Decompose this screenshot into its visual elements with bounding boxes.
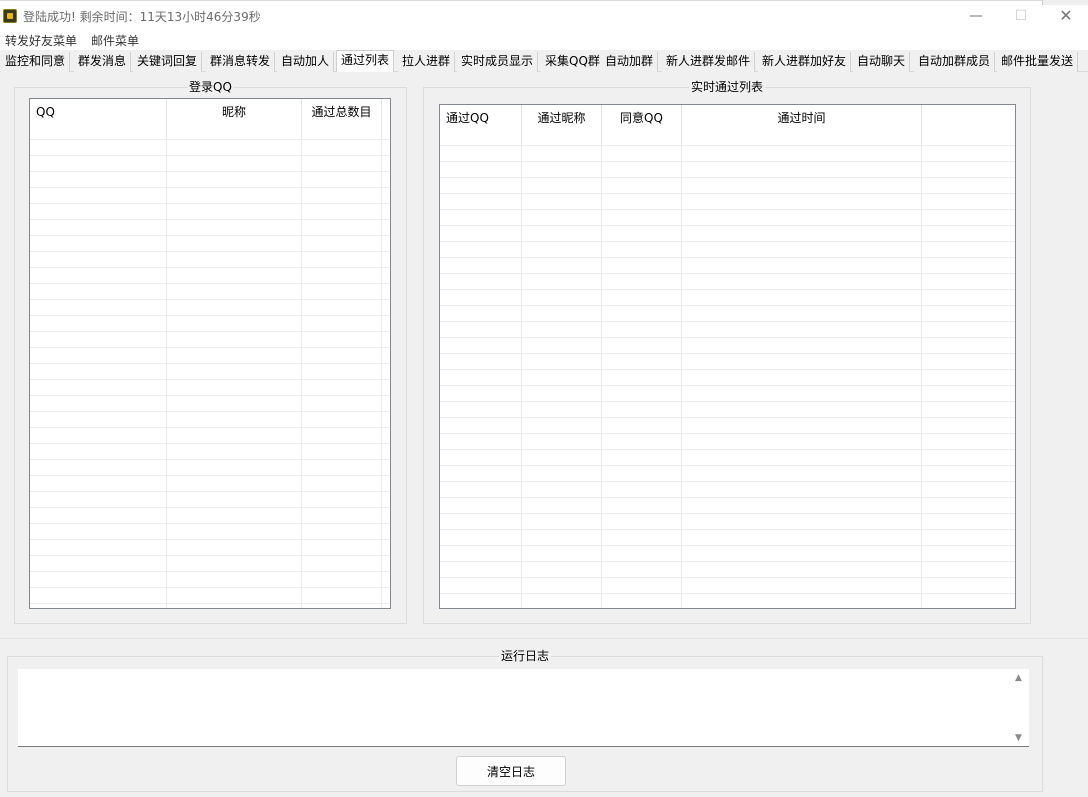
column-divider xyxy=(301,139,302,608)
log-panel: 运行日志 ▲ ▼ 清空日志 xyxy=(0,638,1088,797)
tab-newcomer-friend[interactable]: 新人进群加好友 xyxy=(758,52,852,72)
column-header-agree-qq[interactable]: 同意QQ xyxy=(602,105,682,145)
tab-newcomer-email[interactable]: 新人进群发邮件 xyxy=(662,52,756,72)
column-divider xyxy=(521,145,522,608)
pass-list-header: 通过QQ 通过昵称 同意QQ 通过时间 xyxy=(440,105,1015,145)
main-panel: 登录QQ QQ 昵称 通过总数目 实时通过列表 通过QQ 通过昵称 同意QQ 通… xyxy=(0,72,1088,638)
column-header-nickname[interactable]: 昵称 xyxy=(167,99,302,139)
column-header-qq[interactable]: QQ xyxy=(30,99,167,139)
log-textarea[interactable]: ▲ ▼ xyxy=(18,669,1029,747)
login-qq-list-rows xyxy=(30,139,390,608)
column-header-pass-time[interactable]: 通过时间 xyxy=(682,105,922,145)
tab-pass-list[interactable]: 通过列表 xyxy=(336,50,395,73)
menu-forward-friends[interactable]: 转发好友菜单 xyxy=(5,32,77,49)
login-qq-list-header: QQ 昵称 通过总数目 xyxy=(30,99,382,139)
menu-mail[interactable]: 邮件菜单 xyxy=(91,32,139,49)
menu-bar: 转发好友菜单 邮件菜单 xyxy=(0,30,1088,50)
title-bar: 登陆成功! 剩余时间：11天13小时46分39秒 — ☐ ✕ xyxy=(0,0,1088,30)
scroll-down-arrow-icon[interactable]: ▼ xyxy=(1015,733,1022,743)
tab-realtime-members[interactable]: 实时成员显示 xyxy=(457,52,539,72)
column-divider xyxy=(601,145,602,608)
tab-strip: 监控和同意 群发消息 关键词回复 群消息转发 自动加人 通过列表 拉人进群 实时… xyxy=(0,50,1088,73)
pass-list-group: 实时通过列表 通过QQ 通过昵称 同意QQ 通过时间 xyxy=(423,80,1031,624)
window-title: 登陆成功! 剩余时间：11天13小时46分39秒 xyxy=(23,10,261,24)
tab-pull-into-group[interactable]: 拉人进群 xyxy=(398,52,456,72)
login-qq-list[interactable]: QQ 昵称 通过总数目 xyxy=(29,98,391,609)
pass-list-group-title: 实时通过列表 xyxy=(688,80,766,94)
tab-keyword-reply[interactable]: 关键词回复 xyxy=(133,52,203,72)
tab-auto-join-group[interactable]: 自动加群 xyxy=(601,52,659,72)
column-divider xyxy=(166,139,167,608)
close-button[interactable]: ✕ xyxy=(1043,1,1088,31)
tab-collect-qq-group[interactable]: 采集QQ群 xyxy=(541,52,605,72)
column-header-empty[interactable] xyxy=(922,105,1015,145)
tab-auto-add[interactable]: 自动加人 xyxy=(277,52,335,72)
column-divider xyxy=(381,139,382,608)
column-header-pass-total[interactable]: 通过总数目 xyxy=(302,99,382,139)
log-scrollbar[interactable]: ▲ ▼ xyxy=(1011,669,1029,746)
login-qq-group: 登录QQ QQ 昵称 通过总数目 xyxy=(14,80,407,624)
tab-auto-chat[interactable]: 自动聊天 xyxy=(853,52,911,72)
background-window-fragment xyxy=(1042,0,1088,5)
column-header-pass-nickname[interactable]: 通过昵称 xyxy=(522,105,602,145)
maximize-button[interactable]: ☐ xyxy=(998,1,1044,31)
minimize-button[interactable]: — xyxy=(953,1,999,31)
column-divider xyxy=(921,145,922,608)
tab-auto-add-group-member[interactable]: 自动加群成员 xyxy=(914,52,996,72)
app-icon xyxy=(3,9,17,23)
scroll-up-arrow-icon[interactable]: ▲ xyxy=(1015,673,1022,683)
tab-group-forward[interactable]: 群消息转发 xyxy=(206,52,276,72)
column-header-pass-qq[interactable]: 通过QQ xyxy=(440,105,522,145)
pass-list[interactable]: 通过QQ 通过昵称 同意QQ 通过时间 xyxy=(439,104,1016,609)
clear-log-button[interactable]: 清空日志 xyxy=(456,756,566,786)
log-group-title: 运行日志 xyxy=(498,649,552,663)
tab-monitor-agree[interactable]: 监控和同意 xyxy=(1,52,71,72)
tab-bulk-email[interactable]: 邮件批量发送 xyxy=(997,52,1079,72)
column-divider xyxy=(681,145,682,608)
tab-group-message[interactable]: 群发消息 xyxy=(74,52,132,72)
pass-list-rows xyxy=(440,145,1015,608)
login-qq-group-title: 登录QQ xyxy=(187,80,234,94)
